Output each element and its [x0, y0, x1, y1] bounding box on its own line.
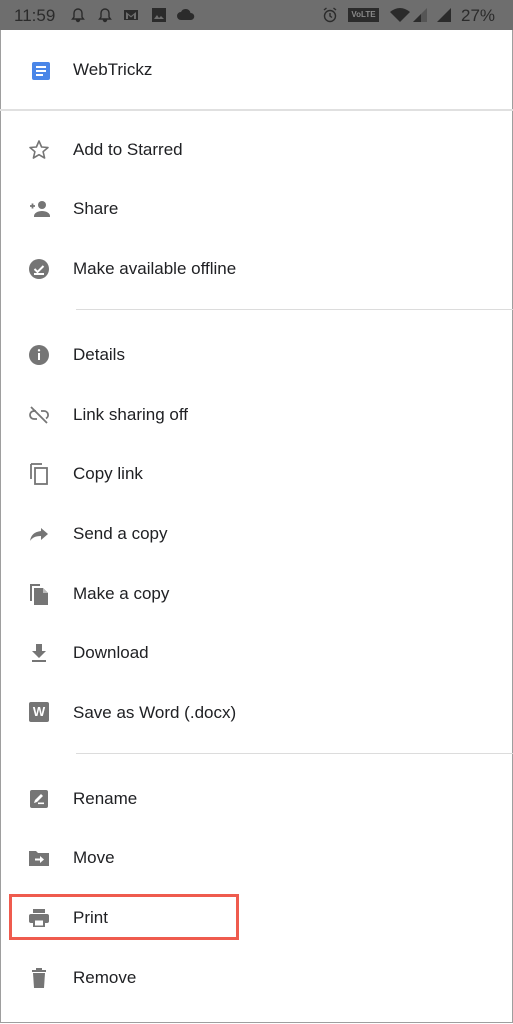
- menu-item-save-as-word[interactable]: W Save as Word (.docx): [0, 685, 513, 741]
- menu-item-link-sharing-off[interactable]: Link sharing off: [0, 387, 513, 443]
- forward-arrow-icon: [30, 528, 48, 541]
- menu-item-details[interactable]: Details: [0, 327, 513, 383]
- menu-item-remove[interactable]: Remove: [0, 950, 513, 1006]
- rename-icon: [30, 790, 48, 808]
- battery-percent: 27%: [461, 6, 496, 25]
- star-outline-icon: [29, 140, 49, 159]
- menu-item-send-a-copy[interactable]: Send a copy: [0, 506, 513, 562]
- file-copy-icon: [30, 584, 48, 605]
- menu-item-label: Copy link: [73, 464, 143, 483]
- menu-item-copy-link[interactable]: Copy link: [0, 446, 513, 502]
- menu-item-label: Share: [73, 199, 119, 218]
- link-off-icon: [29, 406, 49, 424]
- menu-item-label: Make a copy: [73, 584, 170, 603]
- menu-item-label: Rename: [73, 789, 138, 808]
- move-folder-icon: [29, 851, 49, 866]
- menu-item-label: Save as Word (.docx): [73, 703, 237, 722]
- bell-icon: [71, 8, 85, 23]
- image-icon: [152, 8, 166, 22]
- menu-item-label: Download: [73, 643, 149, 662]
- menu-item-make-available-offline[interactable]: Make available offline: [0, 241, 513, 297]
- menu-item-add-to-starred[interactable]: Add to Starred: [0, 122, 513, 178]
- menu-item-label: Make available offline: [73, 259, 237, 278]
- menu-item-download[interactable]: Download: [0, 625, 513, 681]
- menu-item-move[interactable]: Move: [0, 830, 513, 886]
- bell-icon: [98, 8, 112, 23]
- header-divider: [0, 109, 513, 111]
- alarm-icon: [323, 7, 337, 23]
- menu-item-label: Move: [73, 848, 115, 867]
- signal-icon: [413, 8, 427, 22]
- status-time: 11:59: [14, 6, 56, 25]
- file-title: WebTrickz: [73, 60, 153, 79]
- download-icon: [32, 644, 46, 662]
- google-docs-icon: [32, 62, 50, 80]
- menu-item-label: Add to Starred: [73, 140, 183, 159]
- menu-item-label: Link sharing off: [73, 405, 188, 424]
- menu-item-share[interactable]: Share: [0, 181, 513, 237]
- word-icon: W: [29, 702, 49, 722]
- copy-icon: [30, 463, 48, 485]
- cloud-icon: [177, 8, 195, 20]
- menu-item-label: Send a copy: [73, 524, 168, 543]
- person-add-icon: [30, 201, 50, 217]
- group-divider: [76, 753, 513, 754]
- wifi-icon: [390, 8, 410, 22]
- trash-icon: [32, 968, 46, 988]
- volte-badge: VoLTE: [348, 8, 379, 22]
- info-icon: [29, 345, 49, 365]
- menu-item-label: Remove: [73, 968, 137, 987]
- menu-item-label: Details: [73, 345, 125, 364]
- menu-item-rename[interactable]: Rename: [0, 771, 513, 827]
- print-highlight-box: [9, 894, 239, 940]
- offline-check-icon: [29, 259, 49, 279]
- group-divider: [76, 309, 513, 310]
- status-bar: 11:59 VoLTE 27%: [0, 0, 513, 30]
- gmail-icon: [124, 10, 138, 20]
- signal-icon: [437, 8, 451, 22]
- menu-item-make-a-copy[interactable]: Make a copy: [0, 566, 513, 622]
